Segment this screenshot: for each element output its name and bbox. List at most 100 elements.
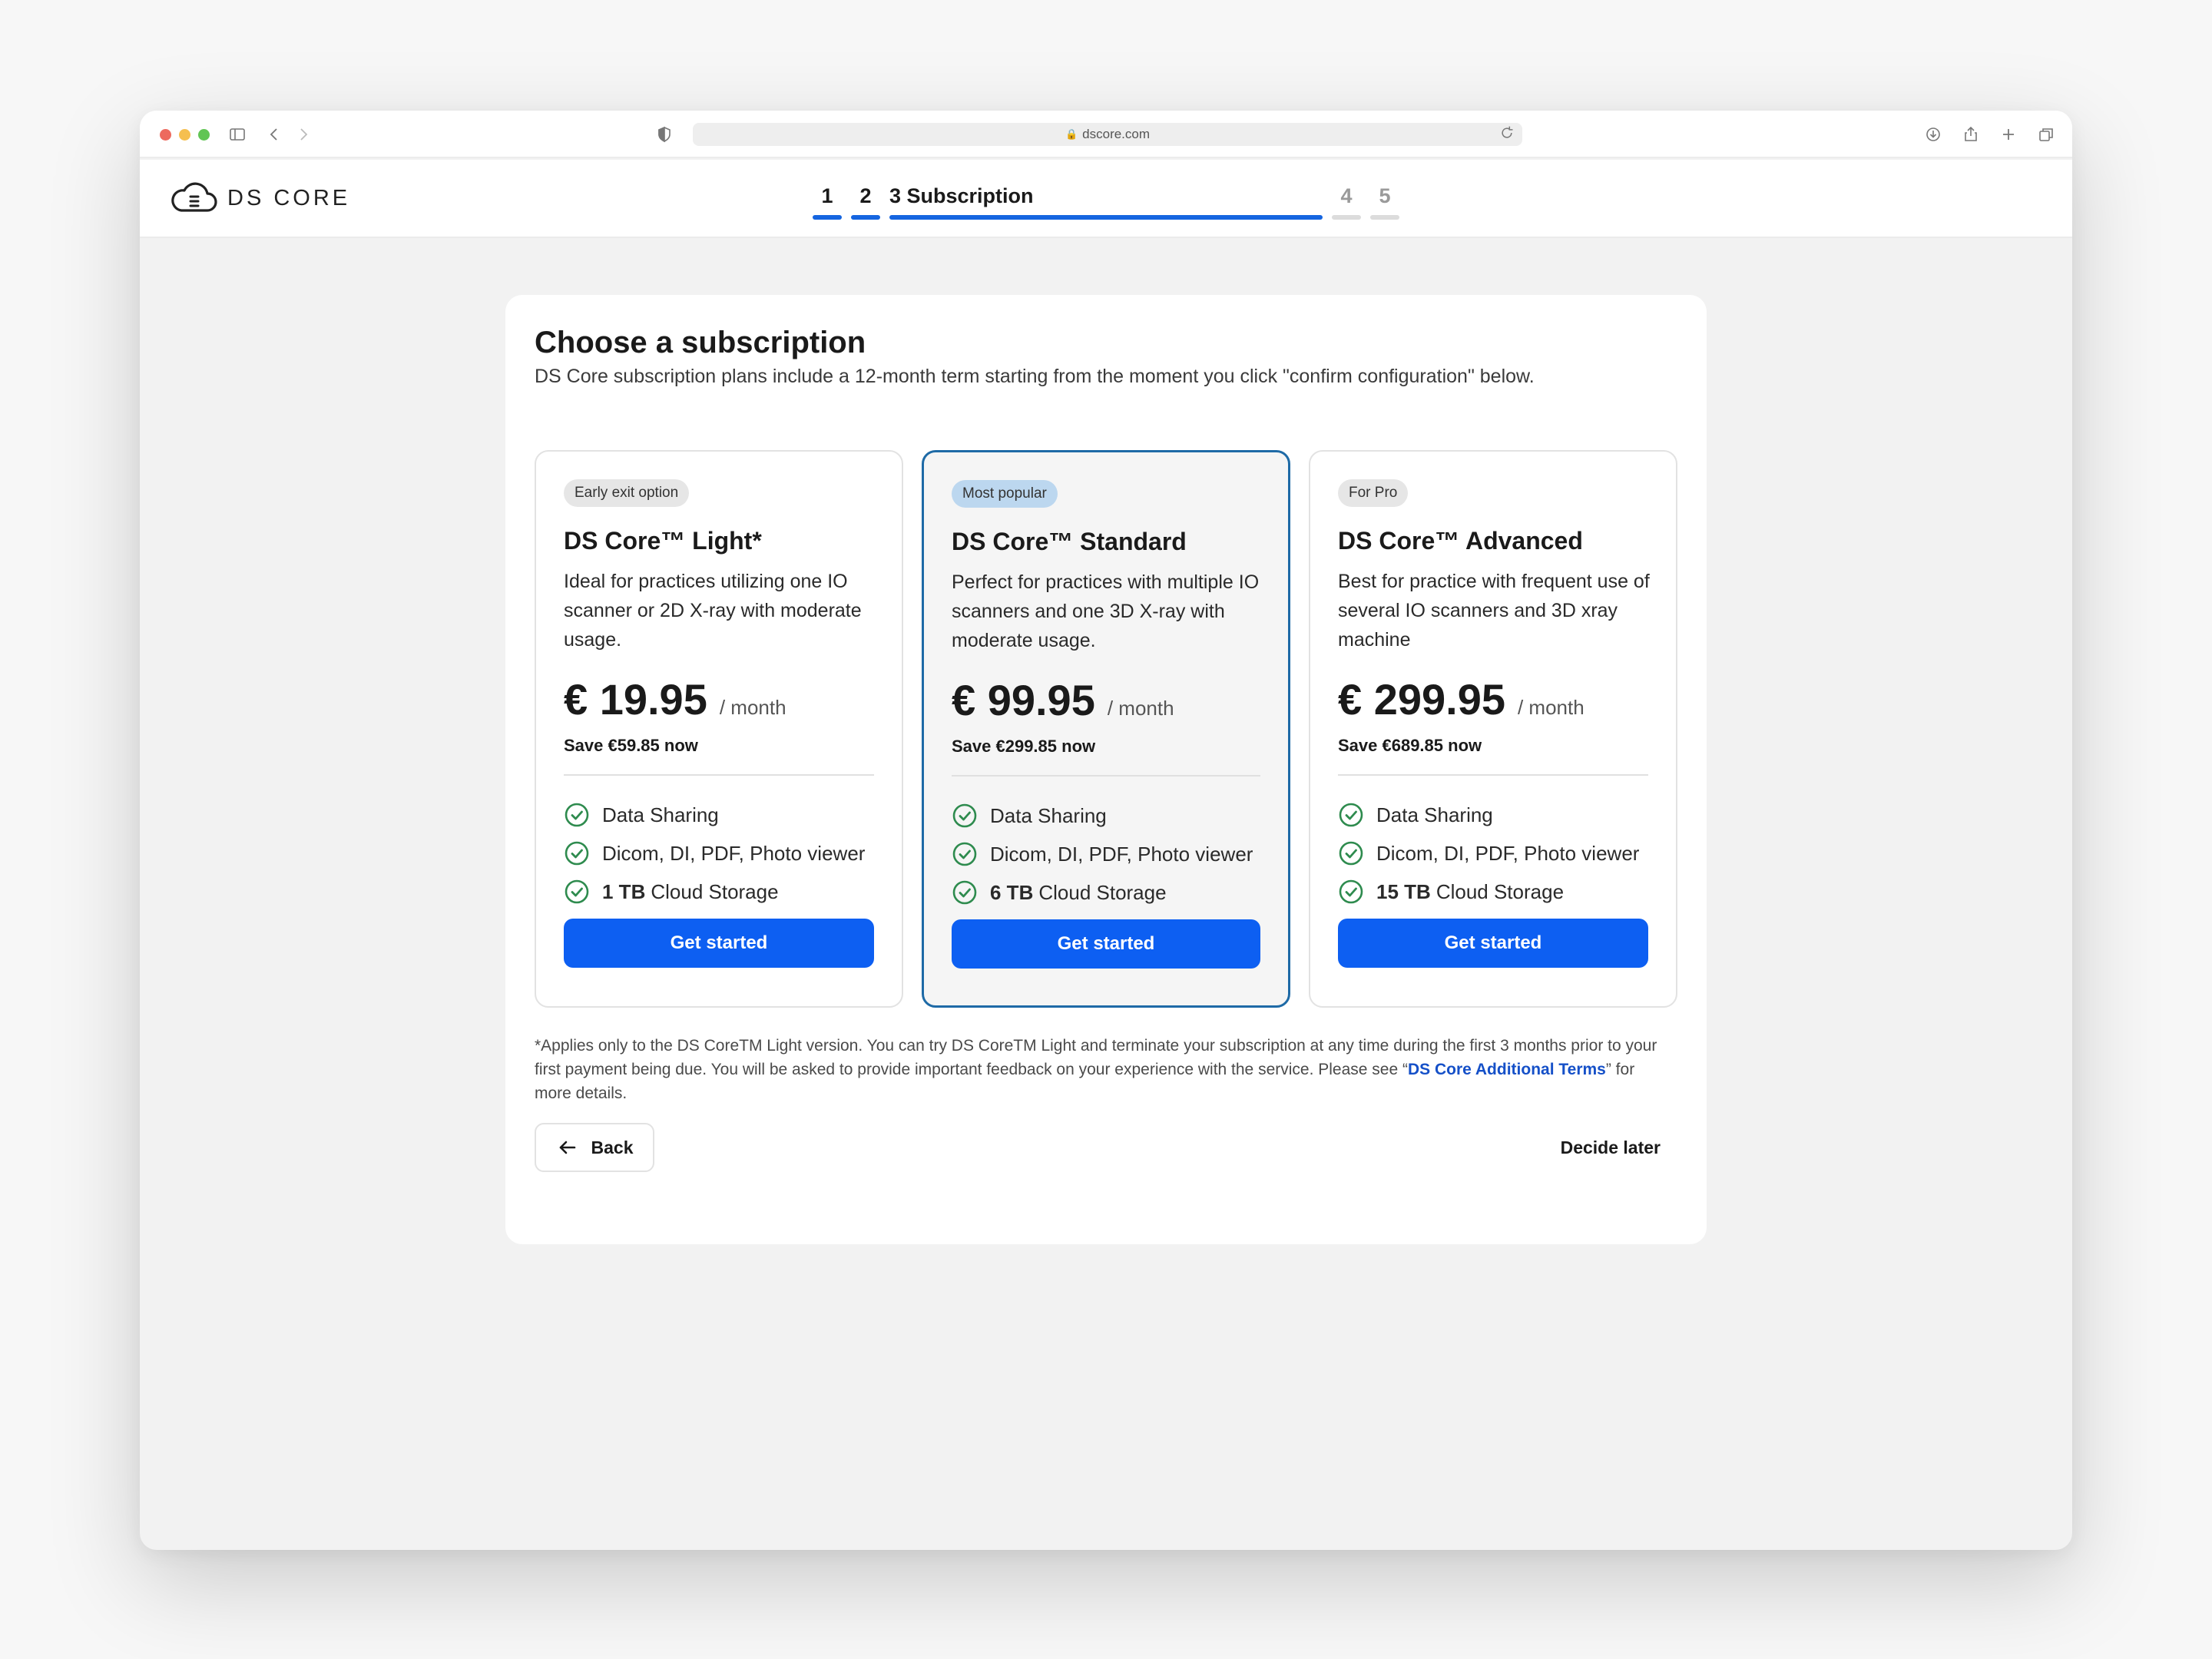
savings-text: Save €59.85 now bbox=[564, 736, 698, 755]
address-bar[interactable]: 🔒 dscore.com bbox=[693, 123, 1522, 146]
step-bar bbox=[813, 215, 842, 220]
get-started-button-standard[interactable]: Get started bbox=[952, 919, 1260, 969]
lock-icon: 🔒 bbox=[1065, 128, 1078, 140]
feature-text: Cloud Storage bbox=[1038, 880, 1167, 904]
reload-icon[interactable] bbox=[1499, 125, 1515, 144]
step-bar bbox=[851, 215, 880, 220]
check-circle-icon bbox=[565, 803, 589, 827]
terms-footnote: *Applies only to the DS CoreTM Light ver… bbox=[535, 1034, 1671, 1105]
downloads-icon[interactable] bbox=[1922, 123, 1945, 146]
plan-badge: For Pro bbox=[1338, 479, 1409, 507]
price-period: / month bbox=[719, 696, 786, 719]
plan-name: DS Core™ Advanced bbox=[1338, 527, 1583, 555]
feature-item: Data Sharing bbox=[564, 796, 865, 834]
plan-description: Ideal for practices utilizing one IO sca… bbox=[564, 571, 862, 651]
step-label: 5 bbox=[1379, 184, 1391, 207]
tab-overview-icon[interactable] bbox=[2035, 123, 2058, 146]
window-controls bbox=[160, 129, 210, 141]
get-started-button-light[interactable]: Get started bbox=[564, 919, 874, 968]
check-circle-icon bbox=[1339, 803, 1363, 827]
storage-amount: 15 TB bbox=[1376, 879, 1431, 903]
check-circle-icon bbox=[952, 803, 977, 828]
step-bar bbox=[889, 215, 1323, 220]
subscription-panel: Choose a subscription DS Core subscripti… bbox=[505, 295, 1707, 1244]
plan-card-standard[interactable]: Most popular DS Core™ Standard Perfect f… bbox=[922, 450, 1290, 1008]
privacy-shield-icon[interactable] bbox=[653, 123, 676, 146]
feature-list: Data Sharing Dicom, DI, PDF, Photo viewe… bbox=[564, 796, 865, 911]
feature-text: Dicom, DI, PDF, Photo viewer bbox=[1376, 841, 1640, 865]
divider bbox=[952, 775, 1260, 777]
feature-text: Data Sharing bbox=[1376, 803, 1493, 826]
check-circle-icon bbox=[952, 880, 977, 905]
progress-stepper: 1 2 3 Subscription 4 5 bbox=[140, 160, 2072, 238]
savings-text: Save €689.85 now bbox=[1338, 736, 1482, 755]
new-tab-icon[interactable] bbox=[1997, 123, 2020, 146]
arrow-left-icon bbox=[559, 1141, 575, 1154]
url-text: dscore.com bbox=[1082, 127, 1151, 141]
step-5[interactable]: 5 bbox=[1370, 184, 1399, 230]
plan-price: € 299.95 / month bbox=[1338, 674, 1584, 724]
plan-badge: Early exit option bbox=[564, 479, 690, 507]
price-period: / month bbox=[1107, 697, 1174, 720]
page-title: Choose a subscription bbox=[535, 326, 866, 359]
forward-nav-icon[interactable] bbox=[292, 123, 315, 146]
check-circle-icon bbox=[952, 842, 977, 866]
plan-badge: Most popular bbox=[952, 480, 1058, 508]
feature-text: Data Sharing bbox=[990, 803, 1107, 827]
step-4[interactable]: 4 bbox=[1332, 184, 1361, 230]
check-circle-icon bbox=[1339, 879, 1363, 904]
feature-item: Dicom, DI, PDF, Photo viewer bbox=[564, 834, 865, 873]
get-started-button-advanced[interactable]: Get started bbox=[1338, 919, 1648, 968]
feature-text: Data Sharing bbox=[602, 803, 719, 826]
feature-item: Data Sharing bbox=[952, 796, 1253, 835]
step-label: 3 Subscription bbox=[889, 184, 1034, 207]
divider bbox=[564, 774, 874, 776]
plan-card-light[interactable]: Early exit option DS Core™ Light* Ideal … bbox=[535, 450, 903, 1008]
feature-item: 6 TB Cloud Storage bbox=[952, 873, 1253, 912]
maximize-window-button[interactable] bbox=[198, 129, 210, 141]
browser-window: 🔒 dscore.com DS CORE 1 2 3 Subscription … bbox=[140, 111, 2072, 1550]
feature-list: Data Sharing Dicom, DI, PDF, Photo viewe… bbox=[952, 796, 1253, 912]
feature-text: Dicom, DI, PDF, Photo viewer bbox=[602, 841, 866, 865]
divider bbox=[1338, 774, 1648, 776]
step-bar bbox=[1370, 215, 1399, 220]
feature-item: 1 TB Cloud Storage bbox=[564, 873, 865, 911]
plan-name: DS Core™ Standard bbox=[952, 528, 1187, 555]
step-3-current[interactable]: 3 Subscription bbox=[889, 184, 1323, 230]
plan-description: Best for practice with frequent use of s… bbox=[1338, 571, 1650, 651]
step-2[interactable]: 2 bbox=[851, 184, 880, 230]
price-amount: € 99.95 bbox=[952, 676, 1095, 724]
check-circle-icon bbox=[1339, 841, 1363, 866]
check-circle-icon bbox=[565, 841, 589, 866]
feature-item: 15 TB Cloud Storage bbox=[1338, 873, 1639, 911]
decide-later-button[interactable]: Decide later bbox=[1561, 1123, 1661, 1172]
plan-price: € 99.95 / month bbox=[952, 675, 1174, 725]
price-period: / month bbox=[1517, 696, 1584, 719]
plan-card-advanced[interactable]: For Pro DS Core™ Advanced Best for pract… bbox=[1309, 450, 1677, 1008]
feature-text: Cloud Storage bbox=[651, 879, 779, 903]
browser-toolbar: 🔒 dscore.com bbox=[140, 111, 2072, 158]
step-bar bbox=[1332, 215, 1361, 220]
plan-name: DS Core™ Light* bbox=[564, 527, 762, 555]
app-header: DS CORE 1 2 3 Subscription 4 5 bbox=[140, 160, 2072, 238]
feature-text: Cloud Storage bbox=[1435, 879, 1565, 903]
feature-item: Dicom, DI, PDF, Photo viewer bbox=[1338, 834, 1639, 873]
feature-list: Data Sharing Dicom, DI, PDF, Photo viewe… bbox=[1338, 796, 1639, 911]
close-window-button[interactable] bbox=[160, 129, 171, 141]
additional-terms-link[interactable]: DS Core Additional Terms bbox=[1408, 1061, 1606, 1078]
step-1[interactable]: 1 bbox=[813, 184, 842, 230]
savings-text: Save €299.85 now bbox=[952, 737, 1096, 756]
plan-price: € 19.95 / month bbox=[564, 674, 786, 724]
price-amount: € 19.95 bbox=[564, 675, 707, 724]
back-label: Back bbox=[591, 1137, 634, 1157]
sidebar-toggle-icon[interactable] bbox=[226, 123, 249, 146]
share-icon[interactable] bbox=[1959, 123, 1982, 146]
price-amount: € 299.95 bbox=[1338, 675, 1505, 724]
plan-description: Perfect for practices with multiple IO s… bbox=[952, 571, 1260, 651]
back-nav-icon[interactable] bbox=[263, 123, 286, 146]
feature-text: Dicom, DI, PDF, Photo viewer bbox=[990, 842, 1253, 866]
minimize-window-button[interactable] bbox=[179, 129, 190, 141]
feature-item: Dicom, DI, PDF, Photo viewer bbox=[952, 835, 1253, 873]
back-button[interactable]: Back bbox=[535, 1123, 654, 1172]
feature-item: Data Sharing bbox=[1338, 796, 1639, 834]
